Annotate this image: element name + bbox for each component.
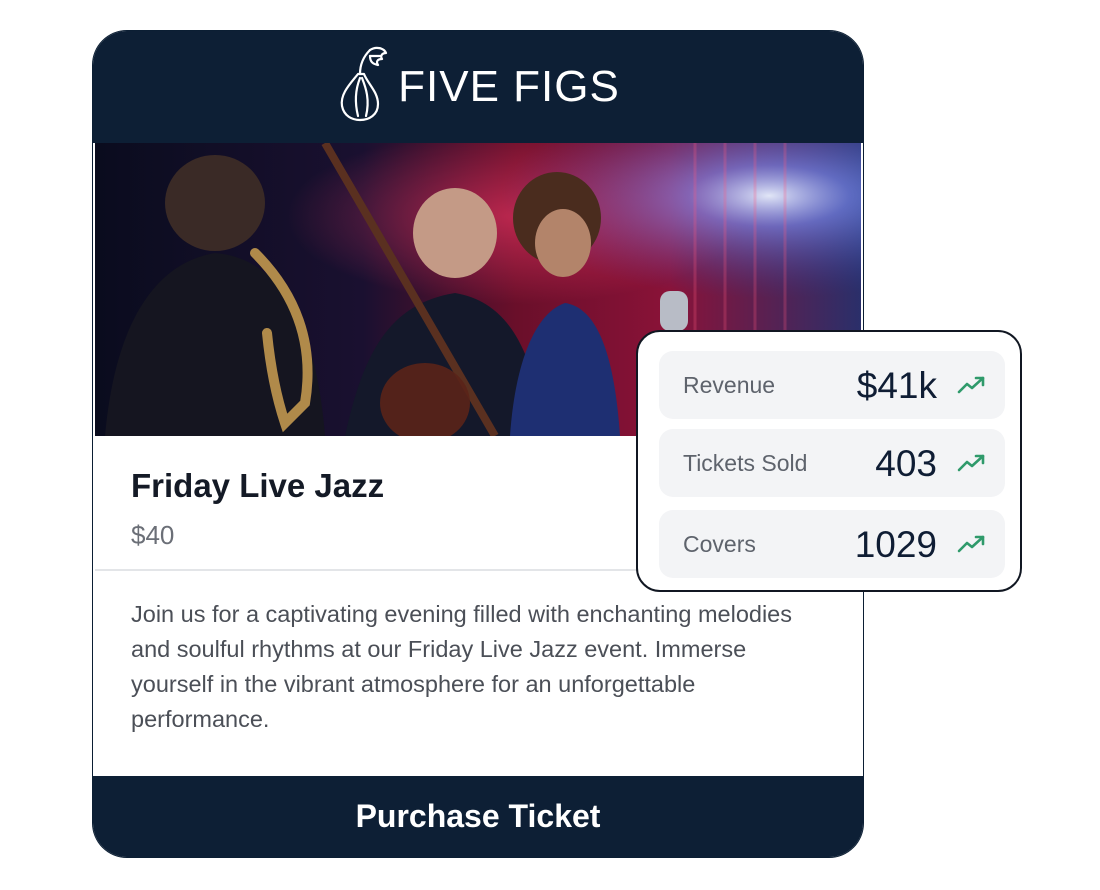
stat-label: Tickets Sold <box>683 450 808 476</box>
purchase-ticket-button[interactable]: Purchase Ticket <box>93 776 863 857</box>
stat-label: Covers <box>683 531 756 557</box>
stat-row-covers: Covers 1029 <box>659 510 1005 578</box>
trend-up-icon <box>957 376 985 394</box>
brand: FIVE FIGS <box>93 31 863 143</box>
stat-row-tickets-sold: Tickets Sold 403 <box>659 429 1005 497</box>
stats-panel: Revenue $41k Tickets Sold 403 Covers 102… <box>636 330 1022 592</box>
event-description: Join us for a captivating evening filled… <box>131 601 793 732</box>
event-price: $40 <box>131 520 175 550</box>
stat-label: Revenue <box>683 372 776 398</box>
event-title: Friday Live Jazz <box>131 467 385 504</box>
trend-up-icon <box>957 535 985 553</box>
card-header: FIVE FIGS <box>93 31 863 143</box>
stat-value: $41k <box>856 365 937 406</box>
brand-name: FIVE FIGS <box>398 62 620 111</box>
stat-value: 403 <box>875 443 937 484</box>
stat-row-revenue: Revenue $41k <box>659 351 1005 419</box>
stat-value: 1029 <box>854 524 937 565</box>
trend-up-icon <box>957 454 985 472</box>
fig-logo-icon <box>340 46 388 122</box>
